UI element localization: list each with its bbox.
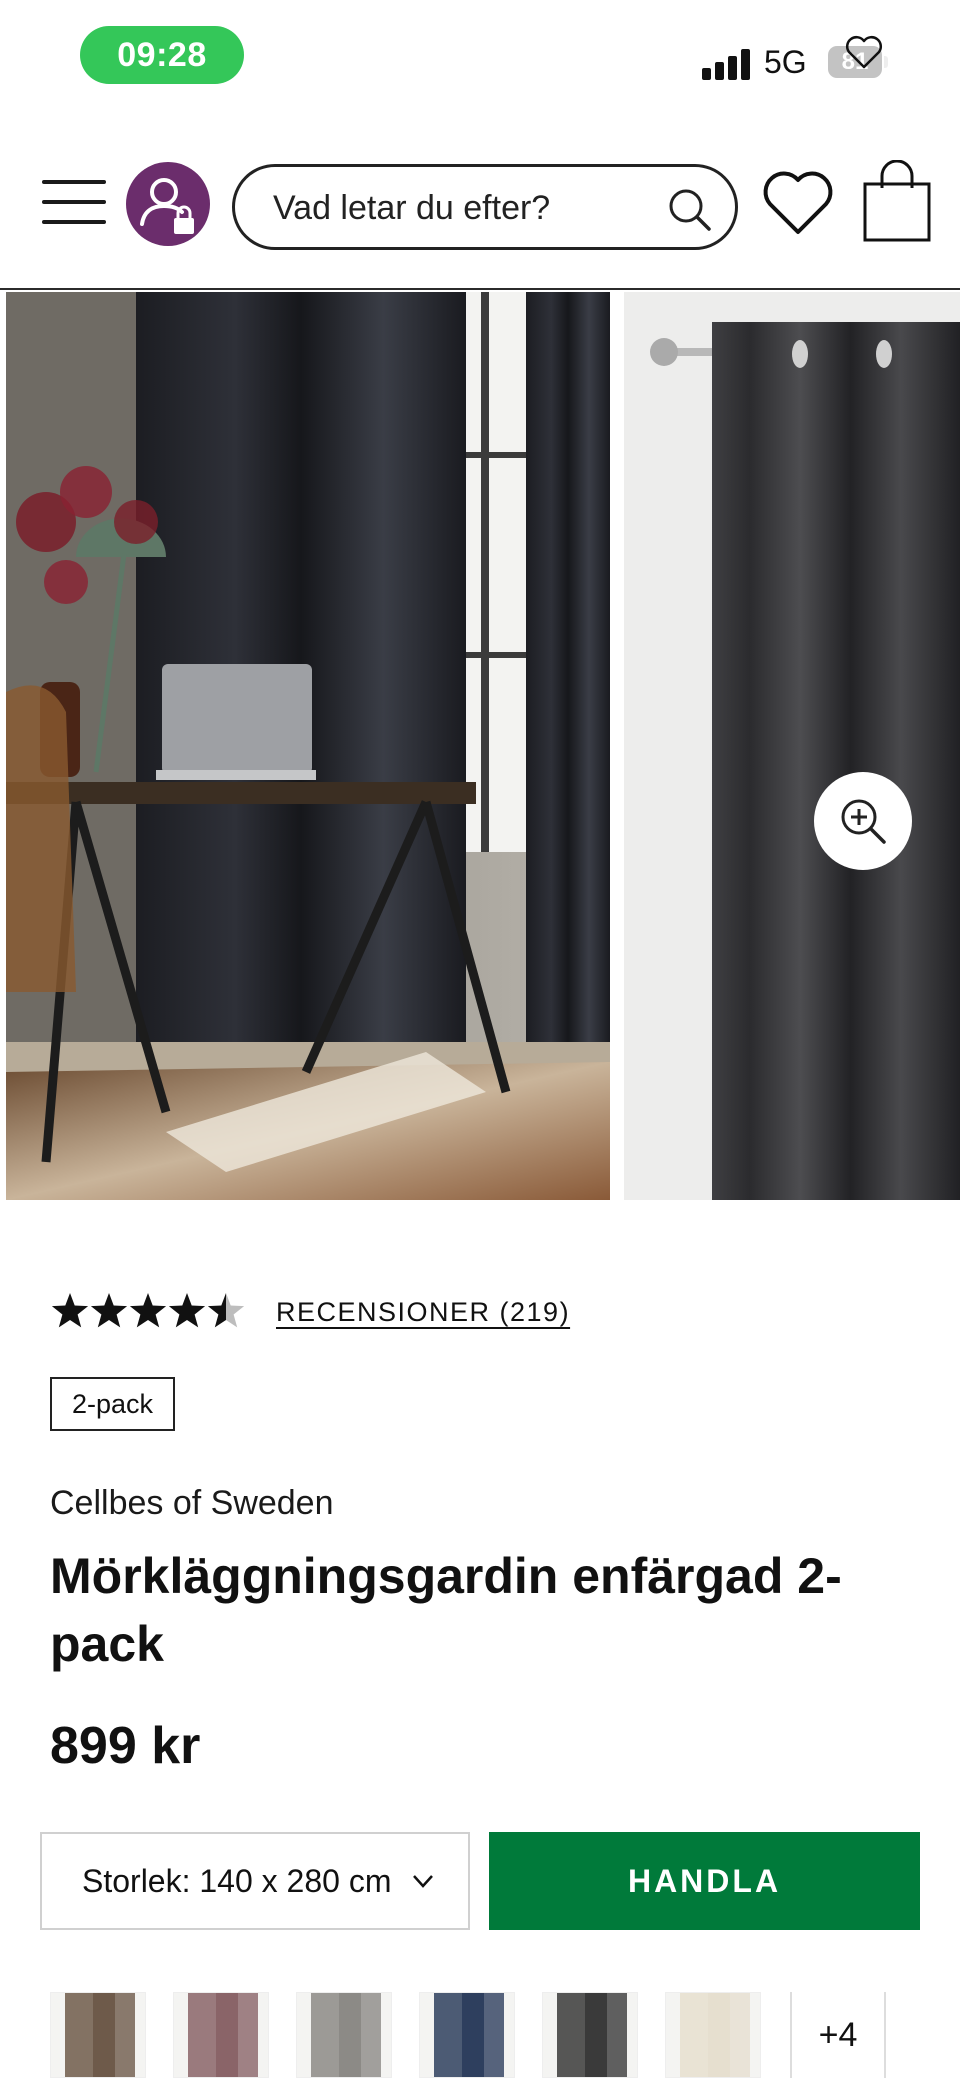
status-time: 09:28: [80, 26, 244, 84]
star-rating: [51, 1293, 245, 1328]
rating-row: RECENSIONER (219): [50, 1292, 570, 1332]
size-value: Storlek: 140 x 280 cm: [82, 1862, 392, 1899]
star-icon: [90, 1293, 128, 1328]
color-swatch[interactable]: [542, 1992, 638, 2078]
wishlist-heart-icon[interactable]: [760, 168, 836, 238]
add-to-wishlist-button[interactable]: [816, 4, 912, 100]
product-price: 899 kr: [50, 1717, 201, 1775]
reviews-link[interactable]: RECENSIONER (219): [276, 1297, 570, 1328]
zoom-button[interactable]: [814, 772, 912, 870]
product-photo-room[interactable]: [6, 292, 610, 1200]
star-icon: [207, 1293, 245, 1328]
product-photo-curtain[interactable]: [624, 292, 960, 1200]
brand-name[interactable]: Cellbes of Sweden: [50, 1484, 334, 1523]
search-bar[interactable]: [232, 164, 738, 250]
search-input[interactable]: [273, 183, 653, 233]
user-locked-icon: [140, 178, 194, 234]
size-selector[interactable]: Storlek: 140 x 280 cm: [40, 1832, 470, 1930]
buy-button[interactable]: HANDLA: [489, 1832, 920, 1930]
menu-button[interactable]: [42, 180, 106, 226]
color-swatch[interactable]: [173, 1992, 269, 2078]
star-icon: [129, 1293, 167, 1328]
color-swatch[interactable]: [296, 1992, 392, 2078]
zoom-in-icon: [841, 799, 886, 844]
shopping-bag-icon[interactable]: [862, 160, 932, 244]
account-button[interactable]: [126, 162, 210, 246]
room-scene-image: [6, 292, 610, 1200]
pack-badge: 2-pack: [50, 1377, 176, 1431]
search-icon[interactable]: [665, 185, 713, 233]
more-colors-button[interactable]: +4: [790, 1992, 886, 2078]
chevron-down-icon: [413, 1875, 433, 1888]
product-gallery[interactable]: [0, 292, 960, 1202]
curtain-image: [624, 292, 960, 1200]
color-swatch[interactable]: [419, 1992, 515, 2078]
product-title: Mörkläggningsgardin enfärgad 2-pack: [50, 1548, 842, 1672]
star-icon: [168, 1293, 206, 1328]
signal-icon: [702, 48, 750, 80]
network-label: 5G: [764, 44, 807, 80]
heart-icon: [846, 36, 882, 69]
color-swatch[interactable]: [50, 1992, 146, 2078]
site-header: [0, 110, 960, 290]
color-swatches: +4: [50, 1992, 930, 2078]
color-swatch[interactable]: [665, 1992, 761, 2078]
star-icon: [51, 1293, 89, 1328]
